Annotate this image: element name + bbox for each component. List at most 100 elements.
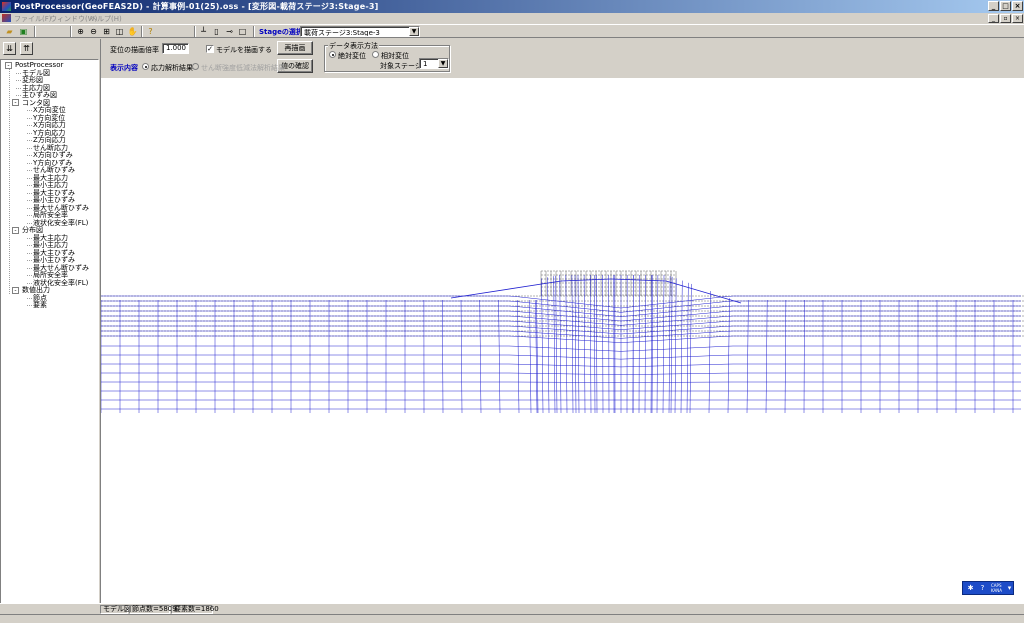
mesh-line	[524, 297, 534, 299]
tree-collapse-toggle[interactable]: -	[12, 286, 19, 294]
tree-connector	[27, 125, 32, 126]
mesh-line	[660, 311, 670, 314]
ime-help-icon[interactable]: ?	[978, 584, 987, 593]
title-bar[interactable]: PostProcessor(GeoFEAS2D) - 計算事例-01(25).o…	[0, 0, 1024, 13]
zoom-window-icon[interactable]: ◫	[114, 26, 125, 37]
menu-file[interactable]: ファイル(F)	[14, 14, 52, 24]
close-button[interactable]: ×	[1012, 1, 1023, 11]
view-frame-icon[interactable]: □	[237, 26, 248, 37]
mdi-restore-button[interactable]: ▫	[1000, 14, 1011, 23]
mesh-line	[460, 299, 463, 414]
chevron-down-icon[interactable]: ▼	[438, 59, 448, 68]
mesh-line	[652, 303, 662, 305]
ime-mode-icon[interactable]: ✱	[966, 584, 975, 593]
mesh-line	[716, 306, 726, 308]
mesh-line	[524, 302, 534, 304]
result-tree[interactable]: PostProcessor - モデル図 変形図 主応力図 主ひずみ図 コンタ図 - X方向変位…	[0, 59, 99, 613]
scale-input[interactable]: 1.000	[162, 43, 189, 54]
mesh-line	[529, 299, 532, 414]
view-axis-icon[interactable]: ┴	[198, 26, 209, 37]
tree-item[interactable]: 要素	[33, 301, 47, 309]
mesh-line	[547, 277, 550, 414]
ime-menu-icon[interactable]: ▾	[1005, 584, 1014, 593]
help-icon[interactable]: ?	[145, 26, 156, 37]
view-vertical-icon[interactable]: ▯	[211, 26, 222, 37]
tree-connector	[27, 222, 32, 224]
mesh-line	[612, 328, 622, 330]
expand-all-button[interactable]: ⇊	[3, 42, 16, 55]
mesh-line	[555, 275, 558, 414]
mesh-line	[532, 307, 542, 310]
mesh-line	[716, 331, 726, 333]
zoom-out-icon[interactable]: ⊖	[88, 26, 99, 37]
mesh-line	[572, 330, 582, 332]
target-stage-select[interactable]: 1 ▼	[419, 58, 449, 69]
relative-displacement-radio[interactable]	[372, 51, 379, 58]
mesh-line	[532, 298, 542, 300]
mesh-line	[684, 318, 694, 321]
mesh-line	[636, 332, 646, 334]
toolbar-separator	[194, 26, 196, 37]
export-icon[interactable]: ▣	[18, 26, 29, 37]
bottom-strip	[0, 614, 1024, 623]
menu-help[interactable]: ヘルプ(H)	[90, 14, 122, 24]
mesh-line	[596, 274, 598, 414]
redraw-button[interactable]: 再描画	[277, 41, 313, 55]
ime-language-bar[interactable]: ✱ ? CAPS KANA ▾	[962, 581, 1014, 595]
mesh-line	[692, 323, 702, 325]
post-processor-window: PostProcessor(GeoFEAS2D) - 計算事例-01(25).o…	[0, 0, 1024, 623]
tree-collapse-toggle[interactable]: -	[12, 99, 19, 106]
tree-collapse-toggle[interactable]: -	[5, 61, 12, 69]
tree-connector	[27, 200, 32, 201]
maximize-button[interactable]: □	[1000, 1, 1011, 11]
tree-collapse-toggle[interactable]: -	[12, 226, 19, 234]
zoom-in-icon[interactable]: ⊕	[75, 26, 86, 37]
minimize-button[interactable]: _	[988, 1, 999, 11]
mesh-line	[532, 303, 542, 305]
mesh-line	[700, 317, 710, 319]
shear-reduction-radio[interactable]	[192, 63, 199, 70]
mdi-minimize-button[interactable]: _	[988, 14, 999, 23]
pan-hand-icon[interactable]: ✋	[127, 26, 138, 37]
view-horizontal-icon[interactable]: ⊸	[224, 26, 235, 37]
fit-view-icon[interactable]: ⊞	[101, 26, 112, 37]
stage-select[interactable]: 載荷ステージ3:Stage-3 ▼	[300, 26, 420, 37]
mesh-line	[716, 311, 726, 313]
stage-select-label: Stageの選択	[259, 28, 303, 36]
mesh-line	[636, 327, 646, 329]
document-icon[interactable]	[2, 14, 11, 22]
mesh-line	[524, 326, 534, 328]
mesh-line	[556, 314, 566, 317]
collapse-all-button[interactable]: ⇈	[20, 42, 33, 55]
deformation-canvas[interactable]	[100, 78, 1024, 603]
draw-model-checkbox[interactable]: ✓	[206, 45, 214, 53]
mesh-line	[583, 274, 586, 414]
mesh-line	[524, 331, 534, 333]
mesh-line	[572, 307, 582, 309]
mesh-line	[620, 333, 630, 335]
mdi-close-button[interactable]: ×	[1012, 14, 1023, 23]
mesh-line	[596, 336, 606, 338]
stress-analysis-radio[interactable]	[142, 63, 149, 70]
mesh-line	[594, 274, 596, 414]
app-icon[interactable]	[2, 2, 11, 11]
mesh-line	[516, 301, 526, 303]
mesh-line	[716, 316, 726, 318]
mesh-line	[620, 311, 630, 313]
tree-connector	[27, 147, 32, 149]
tree-connector	[9, 69, 10, 294]
mesh-line	[442, 299, 444, 414]
absolute-displacement-radio[interactable]	[329, 51, 336, 58]
tree-connector	[27, 297, 32, 299]
mesh-line	[516, 321, 526, 323]
mesh-line	[588, 335, 598, 337]
chevron-down-icon[interactable]: ▼	[409, 27, 419, 36]
open-folder-icon[interactable]: ▰	[4, 26, 15, 37]
mesh-line	[644, 326, 654, 329]
mesh-line	[668, 276, 671, 414]
mesh-line	[684, 314, 694, 316]
data-display-legend: データ表示方法	[328, 41, 379, 51]
status-bar: モデル図 節点数=5809 要素数=1860	[0, 603, 1024, 614]
tree-connector	[27, 207, 32, 209]
tree-connector	[27, 162, 32, 164]
